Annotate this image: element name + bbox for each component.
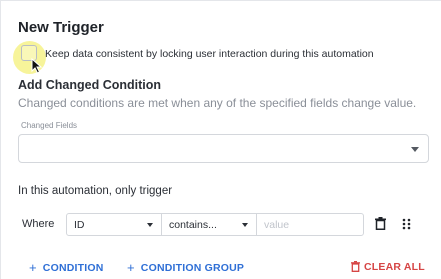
condition-operator-select[interactable]: contains... [162, 214, 257, 235]
clear-all-button[interactable]: CLEAR ALL [351, 259, 425, 273]
add-condition-group-label: CONDITION GROUP [140, 262, 245, 274]
trigger-panel: New Trigger Keep data consistent by lock… [0, 0, 441, 279]
condition-field-select[interactable]: ID [67, 214, 162, 235]
lock-interaction-label[interactable]: Keep data consistent by locking user int… [45, 48, 374, 60]
condition-value-placeholder: value [264, 218, 290, 231]
condition-value-input[interactable]: value [257, 214, 363, 235]
chevron-down-icon [242, 223, 248, 227]
trigger-condition-label: In this automation, only trigger [18, 185, 173, 197]
cursor-icon [31, 58, 43, 74]
condition-operator-value: contains... [169, 218, 217, 231]
changed-condition-description: Changed conditions are met when any of t… [18, 96, 417, 110]
panel-title: New Trigger [18, 19, 104, 36]
add-condition-label: CONDITION [42, 262, 104, 274]
trash-icon[interactable] [375, 217, 386, 230]
trash-icon [351, 261, 360, 272]
changed-condition-title: Add Changed Condition [18, 78, 162, 92]
chevron-down-icon [411, 147, 419, 152]
drag-handle-icon[interactable] [402, 218, 411, 230]
add-condition-button[interactable]: + CONDITION [29, 259, 104, 275]
changed-fields-select[interactable] [18, 134, 429, 163]
clear-all-label: CLEAR ALL [364, 261, 425, 273]
where-label: Where [22, 218, 55, 230]
changed-fields-label: Changed Fields [21, 121, 78, 130]
chevron-down-icon [147, 223, 153, 227]
condition-field-value: ID [74, 218, 85, 231]
add-condition-group-button[interactable]: + CONDITION GROUP [127, 259, 245, 275]
plus-icon: + [29, 260, 37, 275]
plus-icon: + [127, 260, 135, 275]
condition-row: ID contains... value [66, 213, 364, 236]
